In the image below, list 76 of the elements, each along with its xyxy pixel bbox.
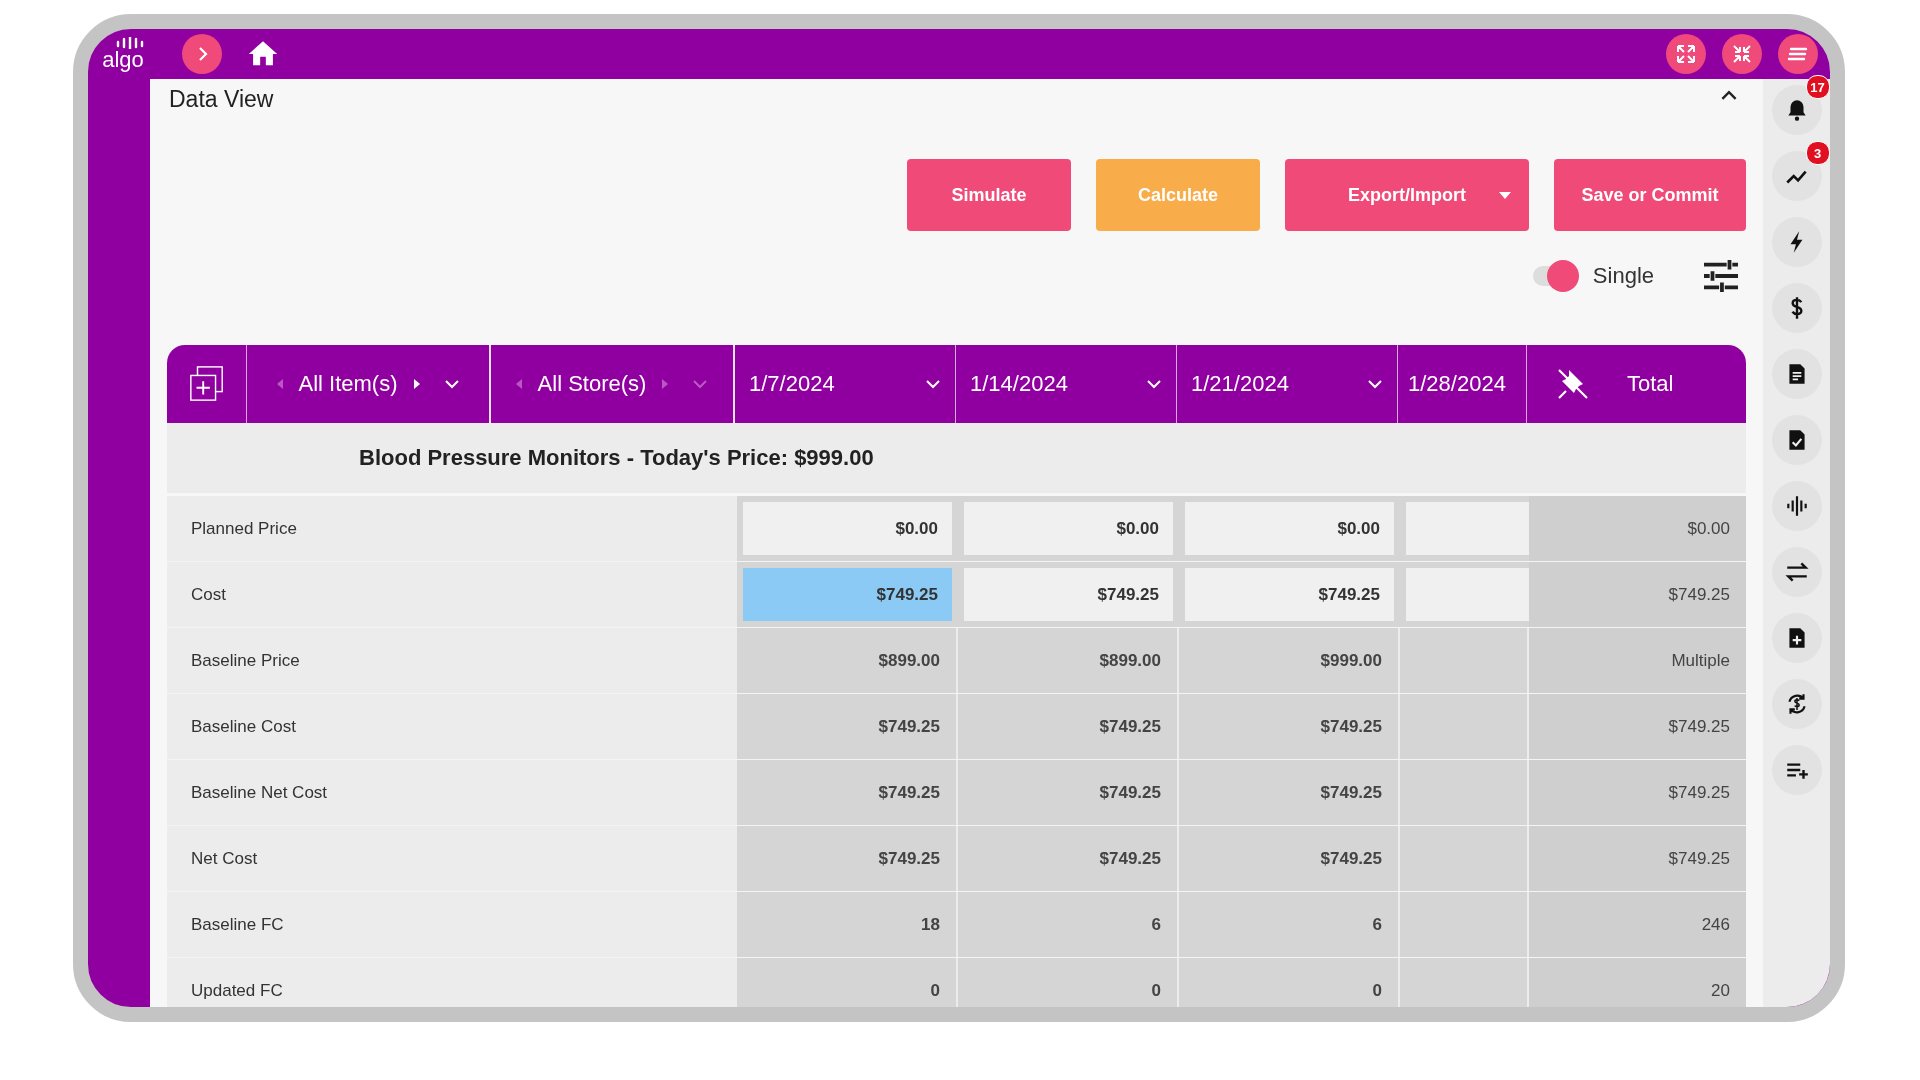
total-cell: $749.25	[1529, 826, 1746, 891]
sidebar-doc-plus-button[interactable]	[1771, 613, 1822, 663]
sidebar-list-add-button[interactable]	[1771, 745, 1822, 795]
table-cell: 18	[737, 892, 958, 957]
filter-settings-icon[interactable]	[1702, 259, 1740, 293]
row-label: Net Cost	[167, 826, 737, 891]
switch-label: Single	[1592, 263, 1654, 289]
page-title: Data View	[168, 85, 274, 113]
logo-bars-icon	[115, 37, 145, 49]
empty-value-input[interactable]	[1406, 502, 1529, 555]
notification-badge: 3	[1805, 141, 1830, 165]
action-button[interactable]: Simulate	[907, 159, 1071, 231]
sidebar-doc-check-button[interactable]	[1771, 415, 1822, 465]
fullscreen-button[interactable]	[1666, 34, 1706, 74]
table-cell: $899.00	[958, 628, 1179, 693]
column-header: Total	[1627, 371, 1674, 397]
table-cell: 0	[1179, 958, 1400, 1007]
menu-button[interactable]	[1778, 34, 1818, 74]
value-input[interactable]: $749.25	[1185, 568, 1394, 621]
table-cell: $749.25	[737, 826, 958, 891]
row-label: Baseline Cost	[167, 694, 737, 759]
table-cell: $999.00	[1179, 628, 1400, 693]
row-label: Baseline Net Cost	[167, 760, 737, 825]
table-cell: $749.25	[1179, 694, 1400, 759]
chevron-down-icon	[443, 379, 460, 389]
row-label: Updated FC	[167, 958, 737, 1007]
sidebar-swap-button[interactable]	[1771, 547, 1822, 597]
sidebar-document-button[interactable]	[1771, 349, 1822, 399]
total-cell: $749.25	[1529, 760, 1746, 825]
value-input[interactable]: $0.00	[743, 502, 952, 555]
total-cell: $0.00	[1529, 496, 1746, 561]
notification-badge: 17	[1805, 75, 1830, 99]
table-cell: $749.25	[737, 760, 958, 825]
table-cell: $749.25	[1179, 760, 1400, 825]
chevron-down-icon	[1146, 379, 1162, 389]
exit-fullscreen-button[interactable]	[1722, 34, 1762, 74]
sidebar-currency-sync-button[interactable]	[1771, 679, 1822, 729]
table-cell: 0	[958, 958, 1179, 1007]
table-cell: $749.25	[958, 760, 1179, 825]
row-label: Planned Price	[167, 496, 737, 561]
sidebar-bolt-button[interactable]	[1771, 217, 1822, 267]
action-button[interactable]: Save or Commit	[1554, 159, 1746, 231]
expand-sidebar-button[interactable]	[182, 34, 222, 74]
table-cell: $899.00	[737, 628, 958, 693]
group-title: Blood Pressure Monitors - Today's Price: $999.00	[359, 445, 874, 471]
row-label: Cost	[167, 562, 737, 627]
total-cell: 246	[1529, 892, 1746, 957]
value-input[interactable]: $749.25	[743, 568, 952, 621]
dropdown-button[interactable]: Export/Import	[1285, 159, 1529, 231]
chevron-down-icon	[692, 379, 709, 389]
row-label: Baseline FC	[167, 892, 737, 957]
empty-value-input[interactable]	[1406, 568, 1529, 621]
table-cell: $749.25	[958, 694, 1179, 759]
collapse-caret-icon[interactable]	[1720, 89, 1738, 101]
total-cell: $749.25	[1529, 694, 1746, 759]
app-logo: algo	[102, 49, 144, 71]
sidebar-dollar-button[interactable]	[1771, 283, 1822, 333]
table-cell: $749.25	[1179, 826, 1400, 891]
expand-arrows-icon	[1674, 42, 1698, 66]
table-cell: 6	[1179, 892, 1400, 957]
total-cell: $749.25	[1529, 562, 1746, 627]
table-cell: $749.25	[737, 694, 958, 759]
chevron-down-icon	[1367, 379, 1383, 389]
add-item-icon[interactable]	[187, 365, 226, 403]
caret-down-icon	[1499, 191, 1511, 199]
sidebar-wave-button[interactable]	[1771, 481, 1822, 531]
table-cell: 6	[958, 892, 1179, 957]
total-cell: 20	[1529, 958, 1746, 1007]
value-input[interactable]: $0.00	[1185, 502, 1394, 555]
value-input[interactable]: $749.25	[964, 568, 1173, 621]
row-label: Baseline Price	[167, 628, 737, 693]
value-input[interactable]: $0.00	[964, 502, 1173, 555]
total-cell: Multiple	[1529, 628, 1746, 693]
chevron-down-icon	[925, 379, 941, 389]
table-cell: 0	[737, 958, 958, 1007]
table-cell: $749.25	[958, 826, 1179, 891]
